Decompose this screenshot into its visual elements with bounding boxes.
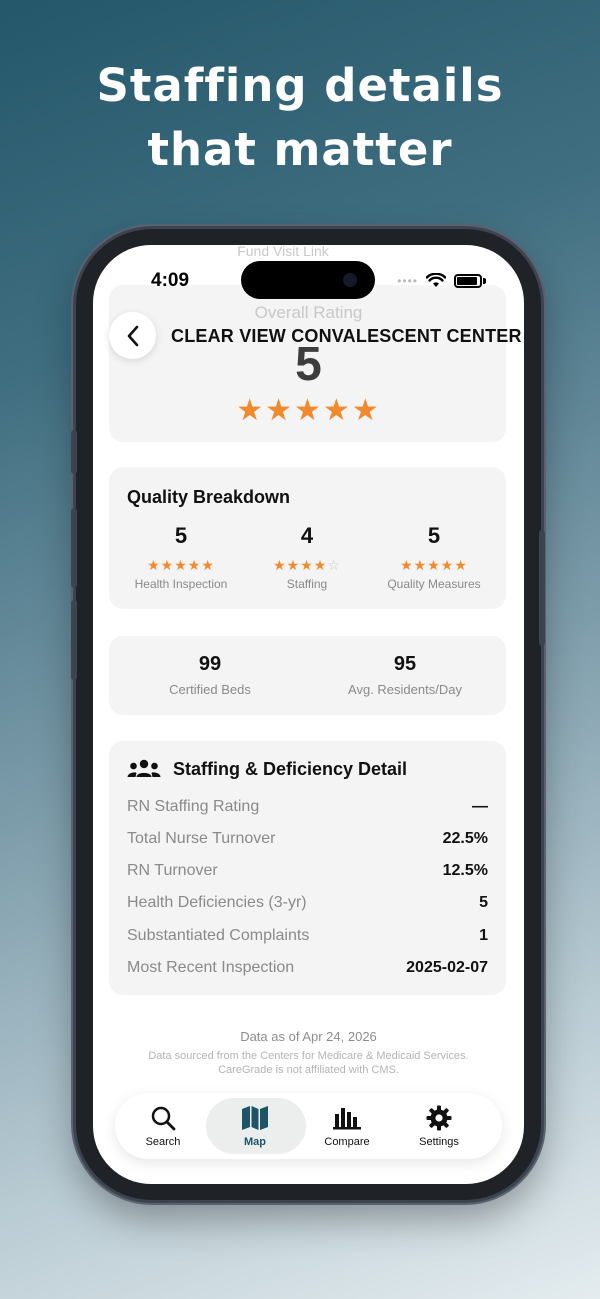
staff-row-health-deficiencies: Health Deficiencies (3-yr) 5 (127, 892, 488, 914)
certified-beds-value: 99 (198, 653, 222, 675)
staff-row-complaints: Substantiated Complaints 1 (127, 925, 488, 947)
quality-item-label: Quality Measures (387, 577, 481, 591)
back-button[interactable] (109, 312, 156, 359)
map-icon (242, 1106, 268, 1130)
gear-icon (426, 1105, 452, 1131)
power-button (539, 530, 545, 646)
quality-item-staffing: 4 ★★★★☆ Staffing (237, 523, 377, 591)
row-label: RN Staffing Rating (127, 798, 260, 815)
data-as-of: Data as of Apr 24, 2026 (240, 1029, 377, 1044)
facility-name: CLEAR VIEW CONVALESCENT CENTER (171, 326, 522, 346)
quality-breakdown-card: Quality Breakdown 5 ★★★★★ Health Inspect… (109, 467, 506, 609)
battery-tip (483, 277, 486, 284)
status-icons: •••• (397, 273, 486, 288)
quality-item-value: 5 (174, 523, 188, 548)
quality-item-value: 5 (427, 523, 441, 548)
row-label: Most Recent Inspection (127, 959, 295, 976)
phone-screen: Fund Visit Link Overall Rating 5 ★★★★★ 4… (93, 245, 524, 1184)
dynamic-island (241, 261, 375, 299)
row-label: Substantiated Complaints (127, 927, 310, 944)
row-value: 1 (479, 927, 488, 944)
staff-row-rn-rating: RN Staffing Rating — (127, 796, 488, 818)
data-source-line-2: CareGrade is not affiliated with CMS. (218, 1064, 399, 1076)
tab-label: Map (244, 1136, 266, 1148)
signal-dots-icon: •••• (397, 273, 418, 288)
quality-item-quality-measures: 5 ★★★★★ Quality Measures (364, 523, 504, 591)
staff-row-rn-turnover: RN Turnover 12.5% (127, 860, 488, 882)
row-value: 12.5% (442, 862, 488, 879)
row-value: 22.5% (442, 830, 488, 847)
quality-item-stars: ★★★★☆ (273, 557, 341, 573)
headline: Staffing details that matter (0, 54, 600, 182)
staff-row-recent-inspection: Most Recent Inspection 2025-02-07 (127, 957, 488, 979)
certified-beds-label: Certified Beds (169, 682, 251, 697)
certified-beds: 99 Certified Beds (111, 653, 309, 697)
people-icon (127, 759, 161, 777)
row-label: Total Nurse Turnover (127, 830, 276, 847)
overall-rating-label: Overall Rating (254, 303, 363, 322)
quality-item-stars: ★★★★★ (400, 557, 468, 573)
battery-icon (454, 273, 482, 288)
capacity-card: 99 Certified Beds 95 Avg. Residents/Day (109, 636, 506, 715)
staff-row-total-turnover: Total Nurse Turnover 22.5% (127, 828, 488, 850)
row-value: 5 (479, 894, 488, 911)
volume-up-button (71, 508, 77, 588)
action-button (71, 430, 77, 474)
chevron-left-icon (127, 325, 138, 346)
headline-line-1: Staffing details (96, 59, 504, 112)
compare-chart-icon (333, 1108, 361, 1130)
quality-item-health-inspection: 5 ★★★★★ Health Inspection (111, 523, 251, 591)
staffing-detail-title: Staffing & Deficiency Detail (173, 759, 408, 779)
quality-breakdown-title: Quality Breakdown (127, 487, 291, 507)
tab-label: Compare (324, 1136, 370, 1148)
headline-line-2: that matter (147, 123, 453, 176)
tab-label: Search (145, 1136, 181, 1148)
avg-residents-label: Avg. Residents/Day (348, 682, 462, 697)
row-label: Health Deficiencies (3-yr) (127, 894, 307, 911)
row-value: 2025-02-07 (406, 959, 488, 976)
avg-residents-value: 95 (393, 653, 417, 675)
quality-item-label: Staffing (286, 577, 328, 591)
avg-residents: 95 Avg. Residents/Day (306, 653, 504, 697)
tab-settings[interactable]: Settings (391, 1093, 487, 1159)
quality-item-stars: ★★★★★ (147, 557, 215, 573)
tab-compare[interactable]: Compare (299, 1093, 395, 1159)
camera-icon (343, 273, 357, 287)
search-icon (151, 1106, 176, 1131)
overall-rating-stars: ★★★★★ (236, 394, 381, 427)
tab-map[interactable]: Map (206, 1093, 306, 1159)
ghost-top-text: Fund Visit Link (237, 245, 329, 259)
data-source-note: Data sourced from the Centers for Medica… (93, 1049, 524, 1077)
data-source-line-1: Data sourced from the Centers for Medica… (148, 1050, 469, 1062)
quality-item-value: 4 (300, 523, 314, 548)
tab-label: Settings (419, 1136, 459, 1148)
volume-down-button (71, 600, 77, 680)
tab-bar: Search Map Compare Settings (115, 1093, 502, 1159)
status-time: 4:09 (151, 270, 190, 291)
quality-item-label: Health Inspection (134, 577, 228, 591)
row-label: RN Turnover (127, 862, 218, 879)
staffing-deficiency-card: Staffing & Deficiency Detail RN Staffing… (109, 741, 506, 995)
tab-search[interactable]: Search (115, 1093, 211, 1159)
row-value: — (472, 798, 488, 815)
wifi-icon (426, 273, 446, 287)
